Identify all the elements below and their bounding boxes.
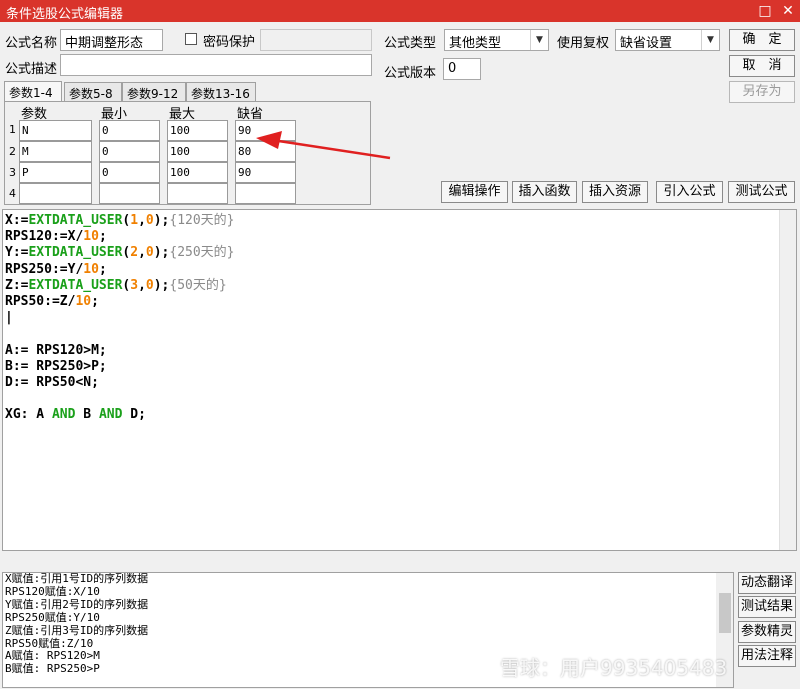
output-line: Y赋值:引用2号ID的序列数据 — [5, 597, 149, 611]
output-line: Z赋值:引用3号ID的序列数据 — [5, 623, 149, 637]
code-editor[interactable]: X:=EXTDATA_USER(1,0);{120天的} RPS120:=X/1… — [2, 209, 797, 551]
formula-code: X:=EXTDATA_USER(1,0);{120天的} RPS120:=X/1… — [5, 213, 235, 423]
editor-scrollbar[interactable] — [779, 210, 796, 550]
dynamic-translate-button[interactable]: 动态翻译 — [738, 572, 796, 594]
splitter[interactable] — [2, 551, 797, 571]
param-wizard-button[interactable]: 参数精灵 — [738, 621, 796, 643]
watermark: 雪球：用户9935405483 — [500, 656, 728, 680]
insert-function-button[interactable]: 插入函数 — [512, 181, 577, 203]
edit-ops-button[interactable]: 编辑操作 — [441, 181, 508, 203]
test-result-button[interactable]: 测试结果 — [738, 596, 796, 618]
usage-notes-button[interactable]: 用法注释 — [738, 645, 796, 667]
insert-resource-button[interactable]: 插入资源 — [582, 181, 648, 203]
output-line: RPS50赋值:Z/10 — [5, 636, 94, 650]
output-line: X赋值:引用1号ID的序列数据 — [5, 572, 149, 585]
import-formula-button[interactable]: 引入公式 — [656, 181, 723, 203]
output-line: RPS120赋值:X/10 — [5, 584, 100, 598]
output-line: RPS250赋值:Y/10 — [5, 610, 100, 624]
scroll-thumb[interactable] — [719, 593, 731, 633]
test-formula-button[interactable]: 测试公式 — [728, 181, 795, 203]
